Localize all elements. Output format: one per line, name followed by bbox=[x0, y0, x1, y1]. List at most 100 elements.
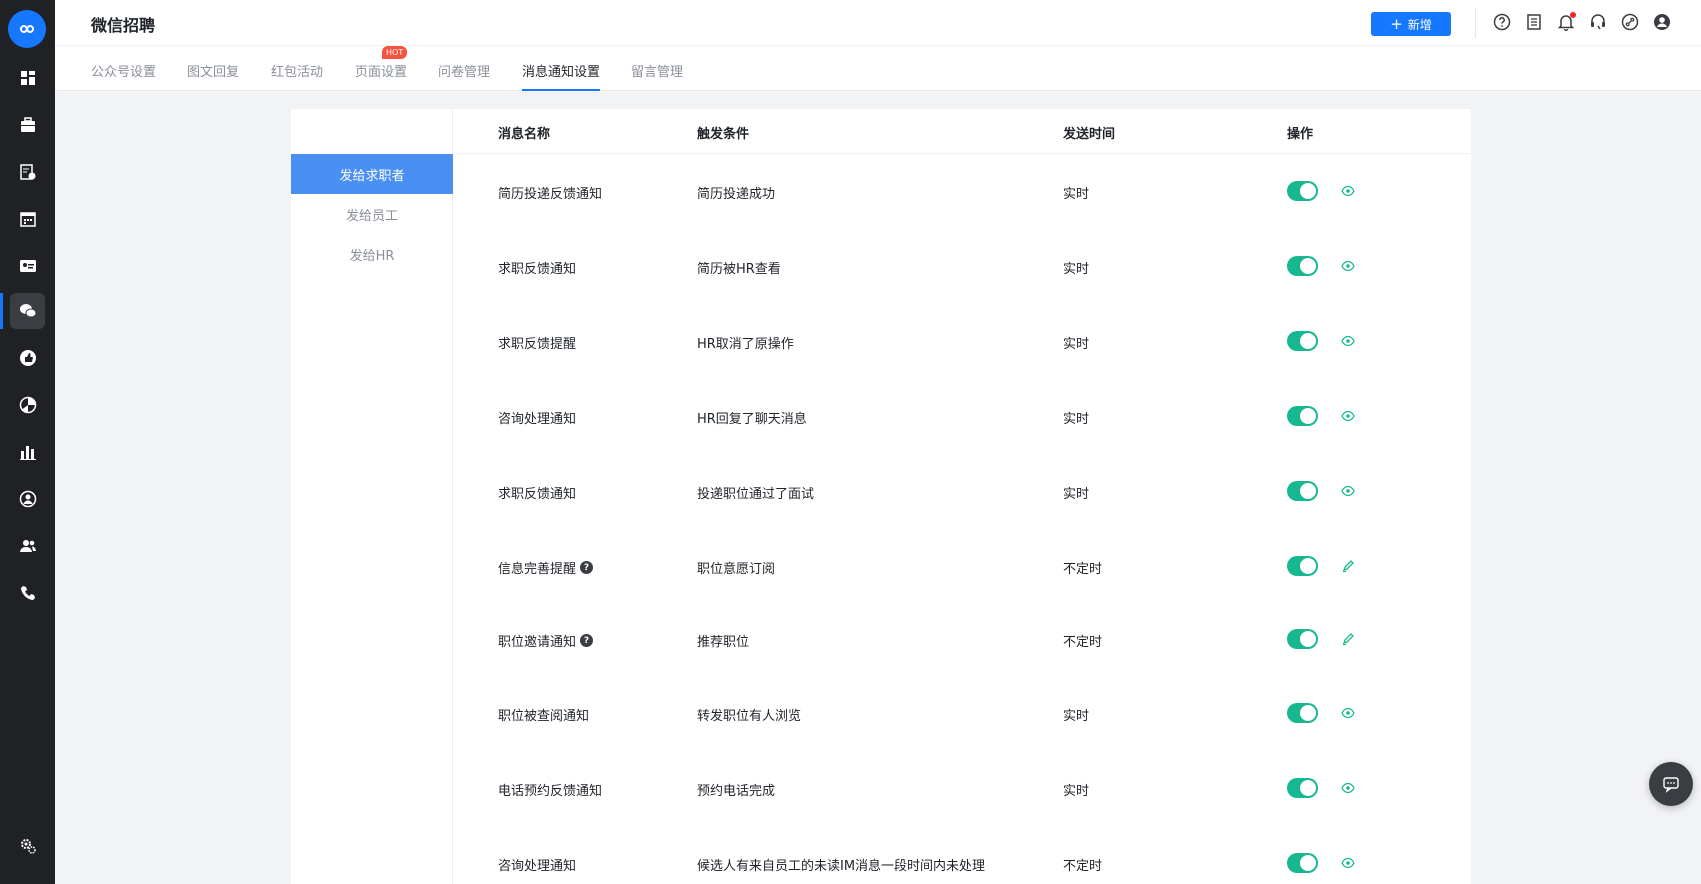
chat-fab[interactable] bbox=[1649, 762, 1693, 806]
enable-toggle[interactable] bbox=[1287, 853, 1318, 873]
nav-reports[interactable] bbox=[0, 434, 55, 470]
eye-icon bbox=[1341, 334, 1355, 348]
infinity-logo-icon bbox=[19, 24, 35, 34]
preview-button[interactable] bbox=[1341, 259, 1355, 273]
tab-comments[interactable]: 留言管理 bbox=[631, 61, 683, 80]
preview-button[interactable] bbox=[1341, 781, 1355, 795]
message-name: 职位邀请通知 bbox=[498, 635, 577, 650]
nav-referral[interactable] bbox=[0, 340, 55, 376]
moka-logo[interactable] bbox=[8, 10, 46, 48]
help-button[interactable] bbox=[1492, 12, 1512, 32]
subnav-employees[interactable]: 发给员工 bbox=[291, 194, 453, 234]
trigger-condition: 投递职位通过了面试 bbox=[697, 487, 815, 502]
enable-toggle[interactable] bbox=[1287, 703, 1318, 723]
trigger-condition: 职位意愿订阅 bbox=[697, 562, 776, 577]
message-name-cell: 咨询处理通知 bbox=[498, 408, 576, 427]
briefcase-icon bbox=[20, 117, 35, 132]
preview-button[interactable] bbox=[1341, 184, 1355, 198]
nav-resumes[interactable] bbox=[0, 154, 55, 190]
tab-survey[interactable]: 问卷管理 bbox=[438, 61, 490, 80]
column-header-name: 消息名称 bbox=[498, 127, 551, 142]
trigger-condition: 简历被HR查看 bbox=[697, 262, 781, 277]
message-name: 咨询处理通知 bbox=[498, 412, 577, 427]
add-button[interactable]: + 新增 bbox=[1371, 12, 1451, 36]
message-name: 职位被查阅通知 bbox=[498, 709, 590, 724]
message-name: 信息完善提醒 bbox=[498, 562, 577, 577]
nav-analytics[interactable] bbox=[0, 387, 55, 423]
message-name: 求职反馈提醒 bbox=[498, 337, 577, 352]
nav-wechat[interactable] bbox=[0, 293, 55, 329]
subnav-job-seekers[interactable]: 发给求职者 bbox=[291, 154, 453, 194]
pie-chart-icon bbox=[19, 396, 36, 414]
preview-button[interactable] bbox=[1341, 334, 1355, 348]
support-button[interactable] bbox=[1588, 12, 1608, 32]
table-row: 求职反馈通知 简历被HR查看 实时 bbox=[453, 229, 1471, 304]
preview-button[interactable] bbox=[1341, 484, 1355, 498]
subnav-hr[interactable]: 发给HR bbox=[291, 234, 453, 274]
send-time: 不定时 bbox=[1063, 562, 1103, 577]
send-time: 实时 bbox=[1063, 412, 1090, 427]
enable-toggle[interactable] bbox=[1287, 331, 1318, 351]
phone-icon bbox=[20, 586, 35, 600]
preview-button[interactable] bbox=[1341, 706, 1355, 720]
docs-button[interactable] bbox=[1524, 12, 1544, 32]
tab-page-settings[interactable]: 页面设置 bbox=[355, 61, 407, 80]
table-row: 求职反馈提醒 HR取消了原操作 实时 bbox=[453, 304, 1471, 379]
tab-message-notifications[interactable]: 消息通知设置 bbox=[522, 61, 601, 91]
enable-toggle[interactable] bbox=[1287, 629, 1318, 649]
user-menu[interactable] bbox=[1652, 12, 1672, 32]
eye-icon bbox=[1341, 409, 1355, 423]
nav-dashboard[interactable] bbox=[0, 60, 55, 96]
help-tooltip-icon[interactable]: ? bbox=[580, 561, 594, 574]
nav-talent[interactable] bbox=[0, 481, 55, 517]
message-name-cell: 咨询处理通知 bbox=[498, 855, 576, 874]
message-name: 求职反馈通知 bbox=[498, 262, 577, 277]
left-sidebar bbox=[0, 0, 55, 884]
edit-icon bbox=[1341, 632, 1355, 646]
preview-button[interactable] bbox=[1341, 409, 1355, 423]
enable-toggle[interactable] bbox=[1287, 256, 1318, 276]
table-row: 职位邀请通知? 推荐职位 不定时 bbox=[453, 602, 1471, 677]
enable-toggle[interactable] bbox=[1287, 406, 1318, 426]
bar-chart-icon bbox=[19, 446, 36, 460]
enable-toggle[interactable] bbox=[1287, 778, 1318, 798]
header-divider bbox=[1475, 8, 1476, 38]
enable-toggle[interactable] bbox=[1287, 556, 1318, 576]
message-name-cell: 职位被查阅通知 bbox=[498, 705, 589, 724]
preview-button[interactable] bbox=[1341, 856, 1355, 870]
message-name-cell: 信息完善提醒? bbox=[498, 558, 594, 577]
edit-button[interactable] bbox=[1341, 559, 1355, 573]
nav-contacts[interactable] bbox=[0, 248, 55, 284]
eye-icon bbox=[1341, 184, 1355, 198]
tab-bar: 公众号设置 图文回复 红包活动 页面设置 HOT 问卷管理 消息通知设置 留言管… bbox=[55, 46, 1701, 91]
table-row: 咨询处理通知 HR回复了聊天消息 实时 bbox=[453, 379, 1471, 454]
nav-jobs[interactable] bbox=[0, 107, 55, 143]
page-title: 微信招聘 bbox=[91, 16, 156, 35]
nav-calendar[interactable] bbox=[0, 201, 55, 237]
nav-settings[interactable] bbox=[0, 828, 55, 864]
help-tooltip-icon[interactable]: ? bbox=[580, 634, 594, 647]
enable-toggle[interactable] bbox=[1287, 181, 1318, 201]
nav-employees[interactable] bbox=[0, 528, 55, 564]
send-time: 实时 bbox=[1063, 187, 1090, 202]
column-header-trigger: 触发条件 bbox=[697, 127, 750, 142]
hot-badge: HOT bbox=[382, 46, 408, 59]
send-time: 实时 bbox=[1063, 487, 1090, 502]
nav-phone[interactable] bbox=[0, 575, 55, 611]
send-time: 实时 bbox=[1063, 262, 1090, 277]
send-time: 不定时 bbox=[1063, 635, 1103, 650]
trigger-condition: HR取消了原操作 bbox=[697, 337, 794, 352]
edit-icon bbox=[1341, 559, 1355, 573]
table-row: 电话预约反馈通知 预约电话完成 实时 bbox=[453, 751, 1471, 826]
link-button[interactable] bbox=[1620, 12, 1640, 32]
table-row: 求职反馈通知 投递职位通过了面试 实时 bbox=[453, 454, 1471, 529]
edit-button[interactable] bbox=[1341, 632, 1355, 646]
enable-toggle[interactable] bbox=[1287, 481, 1318, 501]
calendar-icon bbox=[19, 212, 36, 227]
tab-red-packet[interactable]: 红包活动 bbox=[271, 61, 323, 80]
message-name-cell: 求职反馈通知 bbox=[498, 258, 576, 277]
notifications-button[interactable] bbox=[1556, 12, 1576, 32]
top-header: 微信招聘 + 新增 bbox=[55, 0, 1701, 46]
tab-auto-reply[interactable]: 图文回复 bbox=[187, 61, 239, 80]
tab-account-settings[interactable]: 公众号设置 bbox=[91, 61, 156, 80]
